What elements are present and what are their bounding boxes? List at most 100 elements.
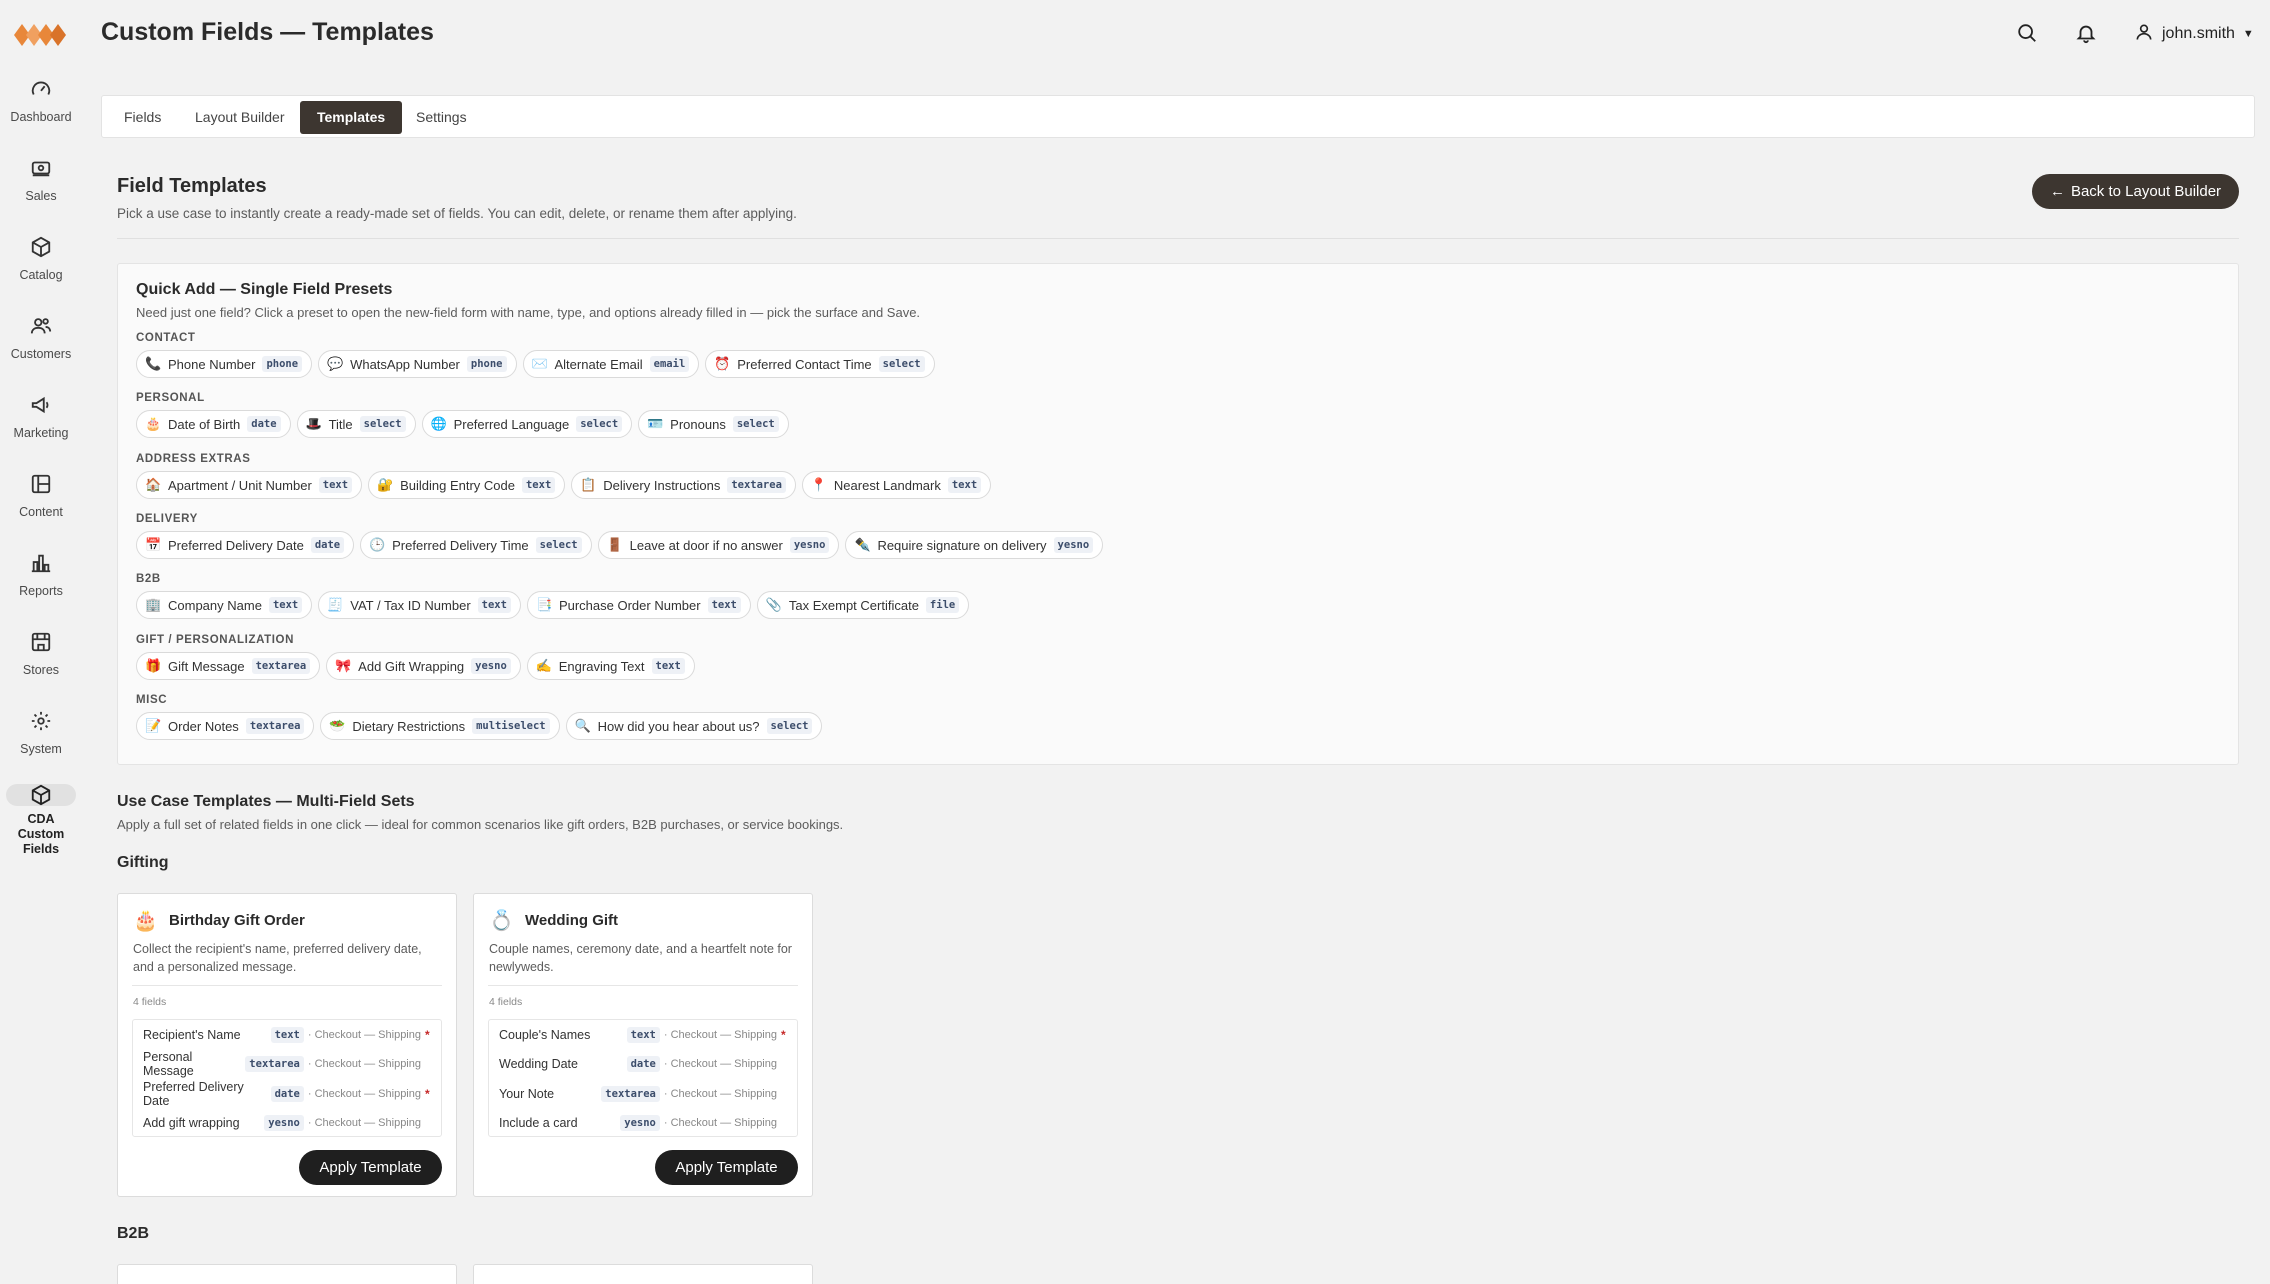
field-type-badge: select <box>732 416 779 432</box>
sidebar-item-reports[interactable]: Reports <box>0 548 82 612</box>
chip-row-gift-personalization: 🎁 Gift Message textarea 🎀 Add Gift Wrapping y… <box>136 652 695 680</box>
field-type-badge: text <box>707 597 741 613</box>
sidebar-item-catalog[interactable]: Catalog <box>0 232 82 296</box>
chip-label: Purchase Order Number <box>558 597 701 613</box>
preset-chip-gift-message[interactable]: 🎁 Gift Message textarea <box>136 652 321 680</box>
emoji-icon: 🧾 <box>327 597 344 612</box>
preset-chip-pronouns[interactable]: 🪪 Pronouns select <box>638 410 789 438</box>
sidebar-item-system[interactable]: System <box>0 706 82 770</box>
sidebar-item-stores[interactable]: Stores <box>0 627 82 691</box>
brand-logo[interactable] <box>14 20 66 50</box>
preset-chip-preferred-delivery-date[interactable]: 📅 Preferred Delivery Date date <box>136 531 355 559</box>
chip-label: How did you hear about us? <box>597 718 760 734</box>
field-row: Include a card yesno · Checkout — Shipping <box>489 1109 797 1138</box>
chip-row-contact: 📞 Phone Number phone 💬 WhatsApp Number phone ✉… <box>136 350 935 378</box>
preset-chip-add-gift-wrapping[interactable]: 🎀 Add Gift Wrapping yesno <box>326 652 521 680</box>
sidebar-item-cda-custom-fields[interactable]: CDA Custom Fields <box>0 784 82 856</box>
preset-chip-tax-exempt-certificate[interactable]: 📎 Tax Exempt Certificate file <box>756 591 970 619</box>
chip-label: Apartment / Unit Number <box>168 477 312 493</box>
emoji-icon: 📑 <box>535 597 553 612</box>
apply-template-button[interactable]: Apply Template <box>299 1150 442 1185</box>
preset-chip-require-signature-on-delivery[interactable]: ✒️ Require signature on delivery yesno <box>845 531 1104 559</box>
preset-chip-whatsapp-number[interactable]: 💬 WhatsApp Number phone <box>318 350 517 378</box>
chevron-down-icon: ▼ <box>2242 28 2254 40</box>
field-row: Preferred Delivery Date date · Checkout — … <box>133 1079 441 1108</box>
emoji-icon: 📞 <box>145 356 162 371</box>
preset-chip-how-did-you-hear-about-us[interactable]: 🔍 How did you hear about us? select <box>565 712 823 740</box>
preset-chip-company-name[interactable]: 🏢 Company Name text <box>136 591 313 619</box>
preset-chip-title[interactable]: 🎩 Title select <box>296 410 416 438</box>
sidebar-item-dashboard[interactable]: Dashboard <box>0 74 82 138</box>
field-row: Couple's Names text · Checkout — Shipping * <box>489 1020 797 1049</box>
tab-fields[interactable]: Fields <box>107 101 178 134</box>
sidebar-item-sales[interactable]: Sales <box>0 153 82 217</box>
divider <box>488 985 798 986</box>
field-name: Recipient's Name <box>143 1027 241 1042</box>
tab-bar: Fields Layout Builder Templates Settings <box>101 95 2255 138</box>
emoji-icon: 🔍 <box>574 718 591 733</box>
sidebar-item-label: Dashboard <box>10 110 72 124</box>
field-surface: · Checkout — Shipping <box>663 1117 777 1129</box>
sidebar-item-label: Marketing <box>13 426 69 440</box>
preset-chip-building-entry-code[interactable]: 🔐 Building Entry Code text <box>368 471 566 499</box>
divider <box>117 238 2239 239</box>
field-type-badge: file <box>925 597 960 613</box>
preset-chip-purchase-order-number[interactable]: 📑 Purchase Order Number text <box>526 591 751 619</box>
tab-settings[interactable]: Settings <box>399 101 484 134</box>
preset-chip-vat-tax-id-number[interactable]: 🧾 VAT / Tax ID Number text <box>318 591 521 619</box>
chip-label: Gift Message <box>168 658 245 674</box>
preset-chip-delivery-instructions[interactable]: 📋 Delivery Instructions textarea <box>571 471 796 499</box>
chip-label: Alternate Email <box>554 356 643 372</box>
users-icon <box>21 311 61 341</box>
sidebar-item-content[interactable]: Content <box>0 469 82 533</box>
user-menu[interactable]: john.smith ▼ <box>2134 20 2254 48</box>
emoji-icon: 🎩 <box>305 416 322 431</box>
field-type-badge: phone <box>262 356 303 372</box>
field-name: Add gift wrapping <box>143 1116 240 1130</box>
field-surface: · Checkout — Shipping <box>663 1058 777 1070</box>
tab-layout-builder[interactable]: Layout Builder <box>178 101 302 134</box>
preset-chip-apartment-unit-number[interactable]: 🏠 Apartment / Unit Number text <box>136 471 363 499</box>
preset-chip-nearest-landmark[interactable]: 📍 Nearest Landmark text <box>801 471 992 499</box>
preset-chip-order-notes[interactable]: 📝 Order Notes textarea <box>136 712 315 740</box>
page-title: Custom Fields — Templates <box>101 18 434 46</box>
field-name: Wedding Date <box>499 1057 578 1071</box>
chip-label: Preferred Contact Time <box>737 356 872 372</box>
tab-templates[interactable]: Templates <box>300 101 403 134</box>
chip-label: Tax Exempt Certificate <box>788 597 919 613</box>
field-type-badge: date <box>247 416 281 432</box>
preset-chip-preferred-contact-time[interactable]: ⏰ Preferred Contact Time select <box>705 350 935 378</box>
chip-label: Preferred Language <box>453 416 570 432</box>
emoji-icon: 💬 <box>327 356 344 371</box>
chip-row-address-extras: 🏠 Apartment / Unit Number text 🔐 Building En… <box>136 471 992 499</box>
back-to-layout-builder-button[interactable]: ← Back to Layout Builder <box>2032 174 2239 209</box>
preset-chip-preferred-delivery-time[interactable]: 🕒 Preferred Delivery Time select <box>360 531 592 559</box>
preset-chip-engraving-text[interactable]: ✍️ Engraving Text text <box>526 652 695 680</box>
template-card-wedding-gift: 💍 Wedding Gift Couple names, ceremony date… <box>473 893 813 1197</box>
emoji-icon: 🎂 <box>133 910 158 932</box>
search-icon[interactable] <box>2014 20 2040 46</box>
preset-chip-dietary-restrictions[interactable]: 🥗 Dietary Restrictions multiselect <box>320 712 560 740</box>
apply-template-button[interactable]: Apply Template <box>655 1150 798 1185</box>
chip-label: Phone Number <box>168 356 256 372</box>
emoji-icon: ⏰ <box>714 356 731 371</box>
preset-chip-preferred-language[interactable]: 🌐 Preferred Language select <box>421 410 633 438</box>
group-label-delivery: DELIVERY <box>136 513 198 525</box>
chip-row-personal: 🎂 Date of Birth date 🎩 Title select 🌐 Preferred… <box>136 410 789 438</box>
chip-label: Order Notes <box>168 718 239 734</box>
preset-chip-date-of-birth[interactable]: 🎂 Date of Birth date <box>136 410 291 438</box>
field-type-badge: yesno <box>471 658 511 674</box>
chip-label: Nearest Landmark <box>833 477 941 493</box>
field-meta: date · Checkout — Shipping * <box>270 1085 431 1102</box>
sidebar-item-marketing[interactable]: Marketing <box>0 390 82 454</box>
card-description: Couple names, ceremony date, and a heart… <box>489 942 792 974</box>
bell-icon[interactable] <box>2073 20 2099 46</box>
field-type-badge: multiselect <box>472 718 550 734</box>
preset-chip-phone-number[interactable]: 📞 Phone Number phone <box>136 350 313 378</box>
preset-chip-alternate-email[interactable]: ✉️ Alternate Email email <box>522 350 700 378</box>
sidebar-item-customers[interactable]: Customers <box>0 311 82 375</box>
chip-label: Company Name <box>168 597 262 613</box>
group-label-address-extras: ADDRESS EXTRAS <box>136 453 251 465</box>
preset-chip-leave-at-door-if-no-answer[interactable]: 🚪 Leave at door if no answer yesno <box>597 531 840 559</box>
field-type-badge: text <box>947 477 982 493</box>
